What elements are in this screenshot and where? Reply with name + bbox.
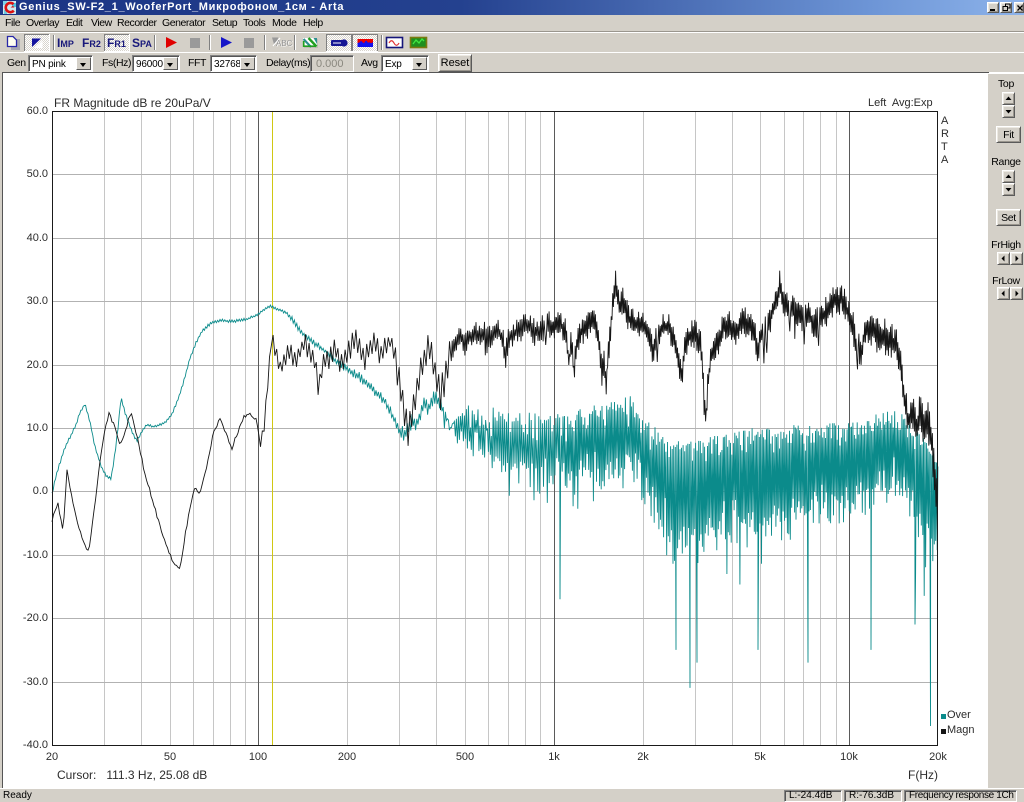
svg-text:FR1: FR1 — [107, 36, 126, 50]
svg-text:IMP: IMP — [57, 36, 74, 50]
svg-text:SPA: SPA — [132, 36, 152, 50]
svg-text:FR2: FR2 — [82, 36, 101, 50]
svg-text:ABC: ABC — [276, 39, 293, 48]
